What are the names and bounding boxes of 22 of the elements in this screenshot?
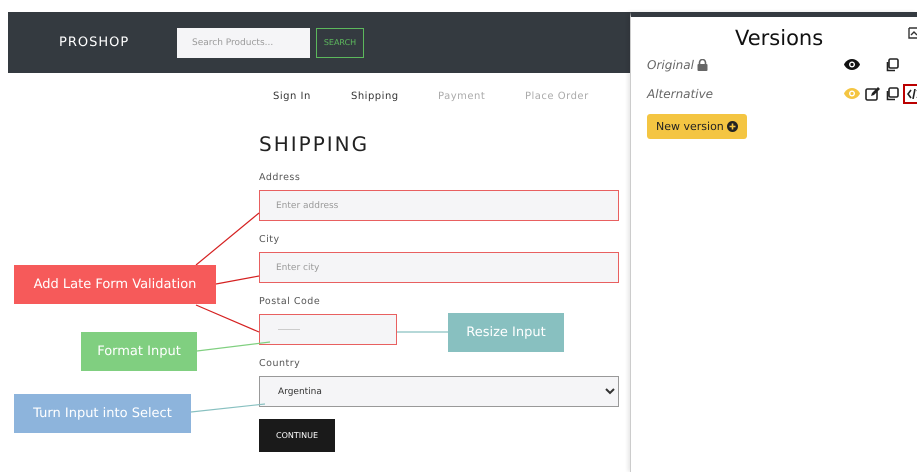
annotation-label: Format Input: [81, 332, 197, 371]
new-version-button[interactable]: New version: [647, 114, 747, 139]
field-label: Address: [259, 172, 302, 183]
annotation-label: Turn Input into Select: [14, 394, 191, 433]
version-name[interactable]: Alternative: [647, 86, 714, 100]
select-field[interactable]: Argentina: [259, 376, 619, 407]
annotation-label: Resize Input: [448, 313, 564, 352]
checkout-step[interactable]: Sign In: [273, 91, 351, 102]
panel-title: Versions: [735, 26, 824, 50]
search-button[interactable]: SEARCH: [316, 28, 364, 58]
field-label: Country: [259, 358, 302, 369]
version-name[interactable]: Original: [647, 58, 694, 72]
input-field[interactable]: Enter address: [259, 190, 619, 221]
brand-logo[interactable]: PROSHOP: [59, 35, 177, 50]
annotation-label: Add Late Form Validation: [14, 265, 216, 304]
search-field[interactable]: Search Products...: [177, 28, 310, 58]
field-label: City: [259, 234, 281, 245]
page-title: SHIPPING: [259, 132, 370, 156]
field-label: Postal Code: [259, 296, 322, 307]
checkout-step[interactable]: Shipping: [351, 91, 438, 102]
continue-button[interactable]: CONTINUE: [259, 419, 335, 452]
input-field[interactable]: Enter city: [259, 252, 619, 283]
